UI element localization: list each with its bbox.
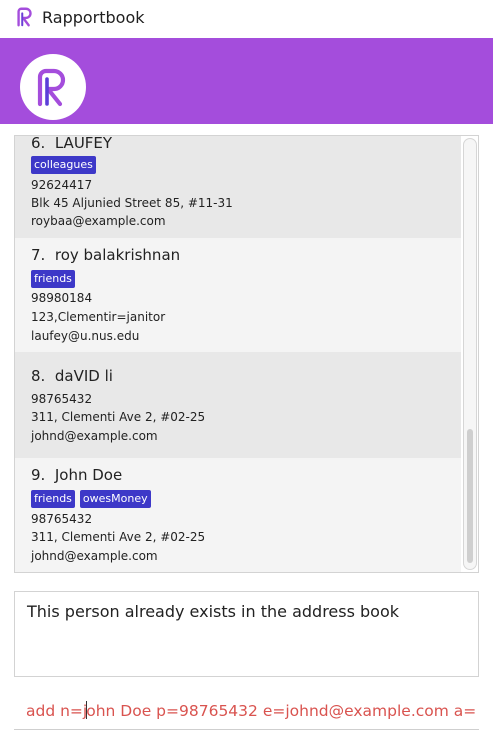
result-message: This person already exists in the addres…	[27, 602, 400, 621]
person-phone: 98980184	[31, 291, 93, 305]
person-tags: colleagues	[31, 156, 96, 174]
person-list[interactable]: 6. LAUFEY colleagues 92624417 Blk 45 Alj…	[14, 135, 479, 573]
person-phone: 98765432	[31, 512, 93, 526]
person-card[interactable]: 7. roy balakrishnan friends 98980184 123…	[15, 238, 461, 352]
person-name-row: 6. LAUFEY	[31, 136, 112, 152]
tag: owesMoney	[79, 490, 151, 508]
person-index: 7.	[31, 246, 46, 264]
person-index: 8.	[31, 367, 46, 385]
result-display[interactable]: This person already exists in the addres…	[14, 591, 479, 677]
person-name: LAUFEY	[54, 136, 113, 152]
person-name: roy balakrishnan	[54, 246, 181, 264]
title-bar: Rapportbook	[0, 0, 493, 34]
person-address: 311, Clementi Ave 2, #02-25	[31, 530, 206, 544]
person-tags: friends owesMoney	[31, 490, 151, 508]
person-name-row: 9. John Doe	[31, 466, 122, 484]
rapportbook-logo-icon	[37, 68, 66, 107]
person-email: laufey@u.nus.edu	[31, 329, 140, 343]
person-address: 123,Clementir=janitor	[31, 310, 166, 324]
person-index: 6.	[31, 136, 46, 152]
header-band	[0, 38, 493, 124]
person-card[interactable]: 6. LAUFEY colleagues 92624417 Blk 45 Alj…	[15, 136, 461, 238]
person-card[interactable]: 9. John Doe friends owesMoney 98765432 3…	[15, 458, 461, 572]
person-phone: 98765432	[31, 392, 93, 406]
logo-badge	[20, 54, 86, 120]
person-name-row: 8. daVID li	[31, 367, 113, 385]
person-index: 9.	[31, 466, 46, 484]
person-name: daVID li	[54, 367, 113, 385]
person-card[interactable]: 8. daVID li 98765432 311, Clementi Ave 2…	[15, 352, 461, 458]
rapportbook-logo-icon	[17, 7, 32, 27]
person-tags: friends	[31, 270, 75, 288]
person-name: John Doe	[54, 466, 123, 484]
person-name-row: 7. roy balakrishnan	[31, 246, 180, 264]
person-email: roybaa@example.com	[31, 214, 166, 228]
person-email: johnd@example.com	[31, 549, 158, 563]
window-title: Rapportbook	[42, 7, 145, 27]
person-phone: 92624417	[31, 178, 93, 192]
person-address: Blk 45 Aljunied Street 85, #11-31	[31, 196, 233, 210]
list-scrollbar[interactable]	[463, 138, 477, 570]
person-list-viewport: 6. LAUFEY colleagues 92624417 Blk 45 Alj…	[15, 136, 461, 572]
list-scrollbar-thumb[interactable]	[467, 429, 473, 563]
tag: friends	[31, 490, 75, 508]
command-text-after-caret: ohn Doe p=98765432 e=johnd@example.com a…	[86, 702, 477, 720]
command-text-before-caret: add n=j	[26, 702, 88, 720]
tag: friends	[31, 270, 75, 288]
person-email: johnd@example.com	[31, 429, 158, 443]
person-address: 311, Clementi Ave 2, #02-25	[31, 410, 206, 424]
tag: colleagues	[31, 156, 96, 174]
command-input[interactable]: add n=john Doe p=98765432 e=johnd@exampl…	[14, 692, 479, 730]
